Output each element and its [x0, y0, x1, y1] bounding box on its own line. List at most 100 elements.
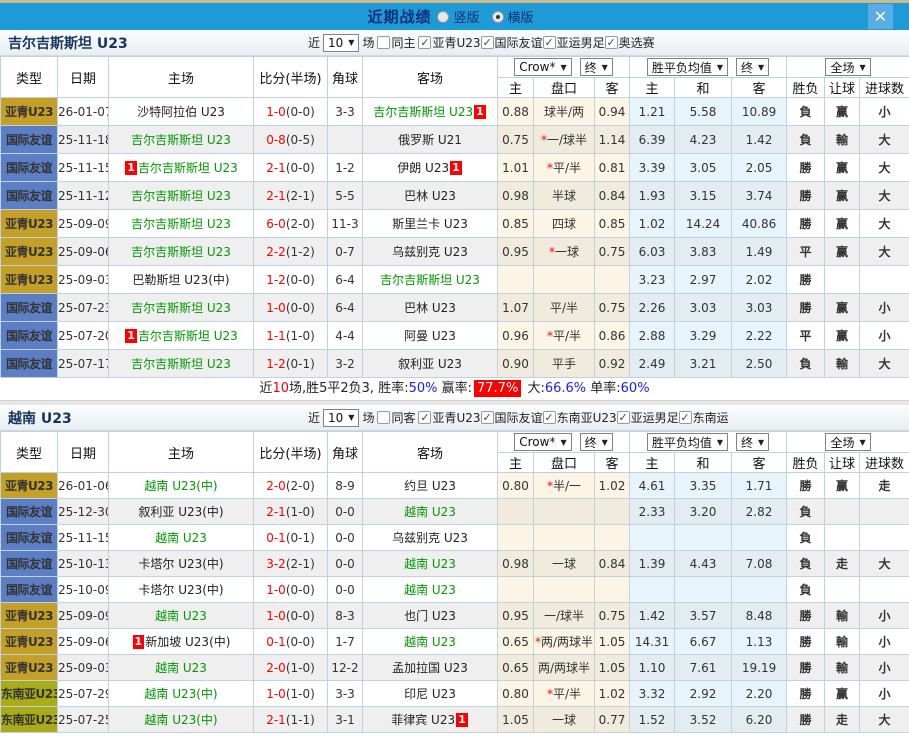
home-team-name[interactable]: 叙利亚 U23(中) [138, 505, 223, 519]
league-filter-checkbox[interactable]: ✓国际友谊 [481, 34, 543, 51]
final-odds-select[interactable]: 终▼ [580, 58, 613, 76]
asian-home-odds [498, 525, 534, 551]
home-team-name[interactable]: 吉尔吉斯斯坦 U23 [131, 133, 231, 147]
wdl-average-select[interactable]: 胜平负均值▼ [647, 58, 728, 76]
goals-result-cell: 大 [860, 238, 909, 266]
home-team-name[interactable]: 吉尔吉斯斯坦 U23 [131, 217, 231, 231]
period-select[interactable]: 全场▼ [825, 58, 870, 76]
home-team-name[interactable]: 越南 U23(中) [144, 687, 217, 701]
halftime-score: (1-0) [286, 329, 315, 343]
handicap-result-cell: 走 [825, 551, 860, 577]
vertical-layout-label[interactable]: 竖版 [453, 7, 479, 26]
match-row: 国际友谊 25-11-15 1吉尔吉斯斯坦 U23 2-1(0-0) 1-2 伊… [1, 154, 909, 182]
home-team-name[interactable]: 越南 U23(中) [144, 479, 217, 493]
away-team-name[interactable]: 乌兹别克 U23 [392, 531, 468, 545]
euro-home-odds: 1.42 [630, 603, 675, 629]
vertical-layout-radio[interactable] [437, 11, 449, 23]
home-team-name[interactable]: 越南 U23 [155, 661, 207, 675]
home-team-name[interactable]: 吉尔吉斯斯坦 U23 [131, 189, 231, 203]
away-team-name[interactable]: 印尼 U23 [404, 687, 456, 701]
home-team-name[interactable]: 新加坡 U23(中) [145, 635, 230, 649]
away-team-name[interactable]: 阿曼 U23 [404, 329, 456, 343]
score-cell: 1-0(1-0) [254, 681, 328, 707]
away-team-name[interactable]: 叙利亚 U23 [398, 357, 462, 371]
home-team-name[interactable]: 吉尔吉斯斯坦 U23 [138, 161, 238, 175]
away-team-name[interactable]: 也门 U23 [404, 609, 456, 623]
league-filter-checkbox[interactable]: ✓亚青U23 [418, 34, 480, 51]
league-filter-checkbox[interactable]: ✓亚运男足 [543, 34, 605, 51]
halftime-score: (0-1) [286, 357, 315, 371]
away-team-name[interactable]: 巴林 U23 [404, 189, 456, 203]
final-odds-select[interactable]: 终▼ [736, 433, 769, 451]
league-filter-checkbox[interactable]: ✓东南亚U23 [543, 409, 617, 426]
away-team-name[interactable]: 越南 U23 [404, 505, 456, 519]
home-team-name[interactable]: 沙特阿拉伯 U23 [137, 105, 225, 119]
league-filter-label: 国际友谊 [495, 34, 543, 51]
away-team-cell: 吉尔吉斯斯坦 U231 [363, 98, 498, 126]
home-team-name[interactable]: 吉尔吉斯斯坦 U23 [131, 301, 231, 315]
handicap-result-cell: 赢 [825, 154, 860, 182]
home-team-name[interactable]: 卡塔尔 U23(中) [138, 583, 223, 597]
league-filter-checkbox[interactable]: ✓奥选赛 [605, 34, 655, 51]
result-cell: 勝 [787, 603, 825, 629]
wdl-average-select[interactable]: 胜平负均值▼ [647, 433, 728, 451]
home-team-name[interactable]: 吉尔吉斯斯坦 U23 [138, 329, 238, 343]
period-select[interactable]: 全场▼ [825, 433, 870, 451]
final-odds-select[interactable]: 终▼ [736, 58, 769, 76]
home-team-name[interactable]: 巴勒斯坦 U23(中) [132, 273, 229, 287]
away-team-name[interactable]: 吉尔吉斯斯坦 U23 [373, 105, 473, 119]
bookmaker-select[interactable]: Crow*▼ [514, 58, 571, 76]
asian-home-odds: 0.95 [498, 603, 534, 629]
chevron-down-icon: ▼ [602, 438, 608, 447]
away-team-name[interactable]: 吉尔吉斯斯坦 U23 [380, 273, 480, 287]
match-count-select[interactable]: 10▼ [323, 409, 359, 427]
league-filter-checkbox[interactable]: ✓东南运 [679, 409, 729, 426]
away-team-name[interactable]: 孟加拉国 U23 [392, 661, 468, 675]
match-type-badge: 亚青U23 [1, 210, 58, 238]
score-cell: 6-0(2-0) [254, 210, 328, 238]
away-team-name[interactable]: 斯里兰卡 U23 [392, 217, 468, 231]
handicap-result-cell: 赢 [825, 681, 860, 707]
same-venue-checkbox[interactable]: 同主 [377, 34, 415, 51]
home-team-name[interactable]: 越南 U23 [155, 609, 207, 623]
same-venue-checkbox[interactable]: 同客 [377, 409, 415, 426]
red-card-badge: 1 [133, 635, 145, 649]
horizontal-layout-label[interactable]: 横版 [508, 7, 534, 26]
away-team-name[interactable]: 俄罗斯 U21 [398, 133, 462, 147]
away-team-name[interactable]: 越南 U23 [404, 635, 456, 649]
euro-away-odds: 40.86 [732, 210, 787, 238]
record-summary: 近10场,胜5平2负3, 胜率:50% 赢率:77.7% 大:66.6% 单率:… [0, 378, 909, 400]
asian-away-odds: 0.84 [595, 182, 630, 210]
col-euro-away: 客 [732, 78, 787, 98]
handicap-result-cell: 輸 [825, 629, 860, 655]
away-team-name[interactable]: 约旦 U23 [404, 479, 456, 493]
away-team-name[interactable]: 乌兹别克 U23 [392, 245, 468, 259]
league-filter-checkbox[interactable]: ✓国际友谊 [481, 409, 543, 426]
league-filter-checkbox[interactable]: ✓亚青U23 [418, 409, 480, 426]
close-icon[interactable]: ✕ [868, 4, 893, 29]
match-row: 东南亚U23 25-07-25 越南 U23(中) 2-1(1-1) 3-1 菲… [1, 707, 909, 733]
col-home: 主场 [109, 57, 254, 98]
match-row: 亚青U23 25-09-09 越南 U23 1-0(0-0) 8-3 也门 U2… [1, 603, 909, 629]
home-team-name[interactable]: 越南 U23 [155, 531, 207, 545]
home-team-name[interactable]: 吉尔吉斯斯坦 U23 [131, 245, 231, 259]
away-team-name[interactable]: 越南 U23 [404, 557, 456, 571]
bookmaker-select[interactable]: Crow*▼ [514, 433, 571, 451]
euro-away-odds: 2.02 [732, 266, 787, 294]
away-team-name[interactable]: 菲律宾 U23 [391, 713, 455, 727]
home-team-name[interactable]: 越南 U23(中) [144, 713, 217, 727]
final-odds-select[interactable]: 终▼ [580, 433, 613, 451]
away-team-name[interactable]: 巴林 U23 [404, 301, 456, 315]
handicap-line: 平手 [534, 350, 595, 378]
away-team-name[interactable]: 越南 U23 [404, 583, 456, 597]
red-card-badge: 1 [125, 161, 137, 175]
horizontal-layout-radio[interactable] [492, 11, 504, 23]
home-team-name[interactable]: 吉尔吉斯斯坦 U23 [131, 357, 231, 371]
euro-away-odds [732, 577, 787, 603]
match-count-select[interactable]: 10▼ [323, 34, 359, 52]
asian-away-odds: 0.75 [595, 603, 630, 629]
away-team-name[interactable]: 伊朗 U23 [397, 161, 449, 175]
match-date: 26-01-06 [58, 473, 109, 499]
league-filter-checkbox[interactable]: ✓亚运男足 [617, 409, 679, 426]
home-team-name[interactable]: 卡塔尔 U23(中) [138, 557, 223, 571]
